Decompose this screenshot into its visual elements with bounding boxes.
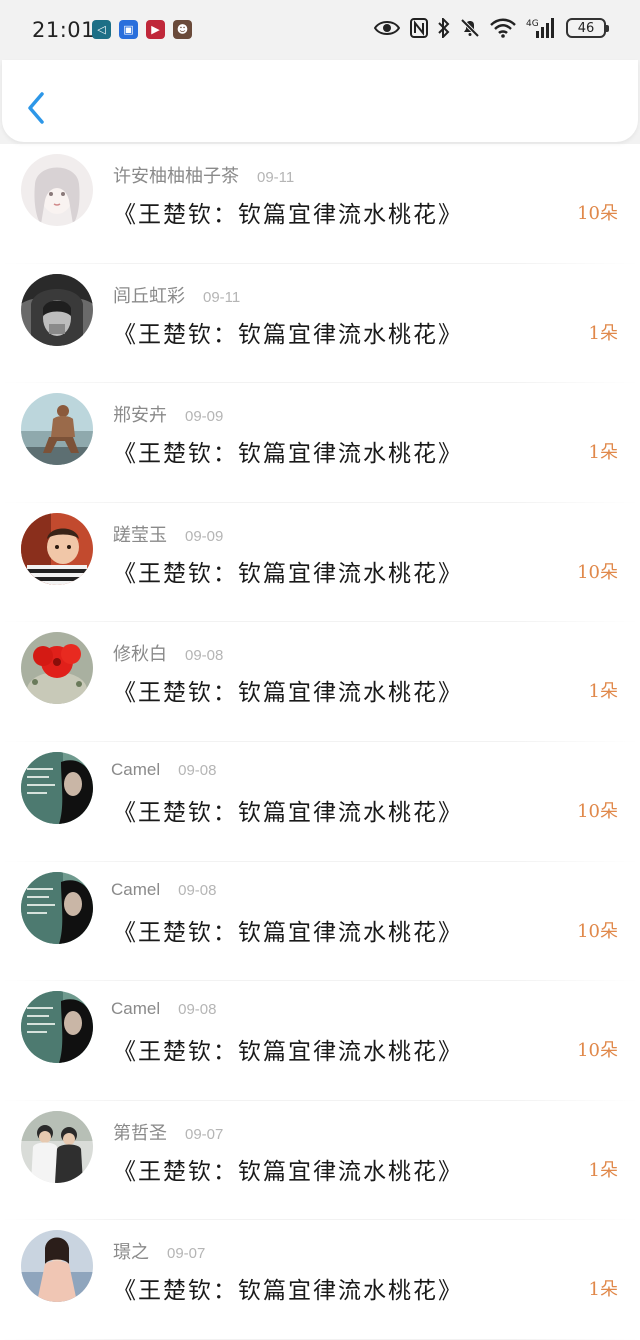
- gift-date: 09-08: [178, 1001, 217, 1019]
- gift-title: 《王楚钦：钦篇宜律流水桃花》: [113, 1039, 463, 1066]
- user-name: 第哲圣: [113, 1122, 167, 1144]
- user-name: 璟之: [113, 1242, 149, 1264]
- battery-indicator: 46: [566, 18, 609, 38]
- gift-title: 《王楚钦：钦篇宜律流水桃花》: [113, 321, 463, 348]
- user-name: 闾丘虹彩: [113, 285, 185, 307]
- gift-title: 《王楚钦：钦篇宜律流水桃花》: [113, 680, 463, 707]
- avatar[interactable]: [21, 871, 93, 944]
- user-name: 郱安卉: [113, 405, 167, 427]
- flower-count: 1朵: [588, 1279, 618, 1301]
- wifi-icon: [490, 18, 516, 38]
- list-item[interactable]: Camel 09-08 《王楚钦：钦篇宜律流水桃花》 10朵: [0, 981, 640, 1101]
- flower-count: 1朵: [588, 1159, 618, 1181]
- gift-date: 09-08: [185, 647, 224, 665]
- gift-title: 《王楚钦：钦篇宜律流水桃花》: [113, 441, 463, 468]
- gift-list: 许安柚柚柚子茶 09-11 《王楚钦：钦篇宜律流水桃花》 10朵 闾丘虹彩 09-1…: [0, 144, 640, 1340]
- user-name: Camel: [111, 999, 161, 1019]
- signal-4g-icon: 4G: [526, 17, 556, 39]
- flower-count: 10朵: [577, 1040, 618, 1062]
- gift-date: 09-07: [167, 1245, 206, 1263]
- flower-count: 10朵: [577, 920, 618, 942]
- user-name-row: 修秋白 09-08: [113, 640, 223, 666]
- flower-count: 1朵: [588, 681, 618, 703]
- list-item[interactable]: 修秋白 09-08 《王楚钦：钦篇宜律流水桃花》 1朵: [0, 622, 640, 742]
- avatar[interactable]: [21, 512, 93, 585]
- list-item[interactable]: 许安柚柚柚子茶 09-11 《王楚钦：钦篇宜律流水桃花》 10朵: [0, 144, 640, 264]
- gift-title: 《王楚钦：钦篇宜律流水桃花》: [113, 799, 463, 826]
- avatar[interactable]: [21, 1110, 93, 1183]
- chevron-left-icon: [28, 92, 44, 124]
- avatar[interactable]: [21, 632, 93, 705]
- list-item[interactable]: 第哲圣 09-07 《王楚钦：钦篇宜律流水桃花》 1朵: [0, 1101, 640, 1221]
- gift-title: 《王楚钦：钦篇宜律流水桃花》: [113, 1158, 463, 1185]
- list-item[interactable]: Camel 09-08 《王楚钦：钦篇宜律流水桃花》 10朵: [0, 862, 640, 982]
- gift-date: 09-11: [203, 288, 241, 306]
- avatar[interactable]: [21, 393, 93, 466]
- avatar[interactable]: [21, 751, 93, 824]
- user-name: 蹉莹玉: [113, 524, 167, 546]
- avatar[interactable]: [21, 154, 93, 226]
- nfc-icon: [410, 18, 428, 38]
- avatar[interactable]: [21, 1230, 93, 1303]
- bank-notification-icon: ▣: [119, 20, 138, 39]
- eye-icon: [374, 19, 400, 37]
- video-notification-icon: ▶: [146, 20, 165, 39]
- flower-count: 10朵: [577, 203, 618, 224]
- list-item[interactable]: 蹉莹玉 09-09 《王楚钦：钦篇宜律流水桃花》 10朵: [0, 503, 640, 623]
- user-name-row: Camel 09-08: [111, 880, 217, 900]
- user-name-row: 璟之 09-07: [113, 1238, 205, 1264]
- system-icons: 4G 46: [374, 17, 609, 39]
- list-item[interactable]: 闾丘虹彩 09-11 《王楚钦：钦篇宜律流水桃花》 1朵: [0, 264, 640, 384]
- user-name: Camel: [111, 879, 161, 899]
- user-name: 许安柚柚柚子茶: [113, 166, 239, 187]
- header: [0, 60, 640, 144]
- status-bar: 21:01 ◁ ▣ ▶ ☻ 4G 46: [0, 0, 640, 60]
- user-name-row: 蹉莹玉 09-09: [113, 521, 223, 547]
- list-item[interactable]: 郱安卉 09-09 《王楚钦：钦篇宜律流水桃花》 1朵: [0, 383, 640, 503]
- gift-date: 09-09: [185, 527, 224, 545]
- user-name-row: 郱安卉 09-09: [113, 401, 223, 427]
- flower-count: 10朵: [577, 800, 618, 822]
- avatar[interactable]: [21, 991, 93, 1064]
- gift-title: 《王楚钦：钦篇宜律流水桃花》: [113, 202, 463, 228]
- gift-date: 09-09: [185, 408, 224, 426]
- avatar[interactable]: [21, 273, 93, 346]
- gift-date: 09-11: [257, 169, 295, 186]
- user-name-row: 第哲圣 09-07: [113, 1119, 223, 1145]
- bluetooth-icon: [438, 18, 450, 38]
- flower-count: 1朵: [588, 322, 618, 344]
- status-time: 21:01: [32, 18, 96, 42]
- game-notification-icon: ☻: [173, 20, 192, 39]
- app-notification-icon: ◁: [92, 20, 111, 39]
- gift-title: 《王楚钦：钦篇宜律流水桃花》: [113, 919, 463, 946]
- flower-count: 1朵: [588, 442, 618, 464]
- mute-bell-icon: [460, 18, 480, 38]
- gift-date: 09-08: [178, 881, 217, 899]
- svg-text:4G: 4G: [526, 19, 539, 29]
- back-button[interactable]: [22, 88, 54, 128]
- user-name-row: Camel 09-08: [111, 999, 217, 1019]
- user-name: 修秋白: [113, 644, 167, 666]
- user-name-row: 闾丘虹彩 09-11: [113, 282, 240, 308]
- user-name-row: 许安柚柚柚子茶 09-11: [113, 162, 294, 188]
- list-item[interactable]: Camel 09-08 《王楚钦：钦篇宜律流水桃花》 10朵: [0, 742, 640, 862]
- gift-date: 09-08: [178, 761, 217, 779]
- notification-icons: ◁ ▣ ▶ ☻: [92, 20, 192, 39]
- gift-title: 《王楚钦：钦篇宜律流水桃花》: [113, 1278, 463, 1305]
- header-card: [2, 60, 638, 142]
- user-name-row: Camel 09-08: [111, 760, 217, 780]
- gift-title: 《王楚钦：钦篇宜律流水桃花》: [113, 560, 463, 587]
- gift-date: 09-07: [185, 1125, 224, 1143]
- user-name: Camel: [111, 759, 161, 779]
- flower-count: 10朵: [577, 561, 618, 583]
- list-item[interactable]: 璟之 09-07 《王楚钦：钦篇宜律流水桃花》 1朵: [0, 1220, 640, 1340]
